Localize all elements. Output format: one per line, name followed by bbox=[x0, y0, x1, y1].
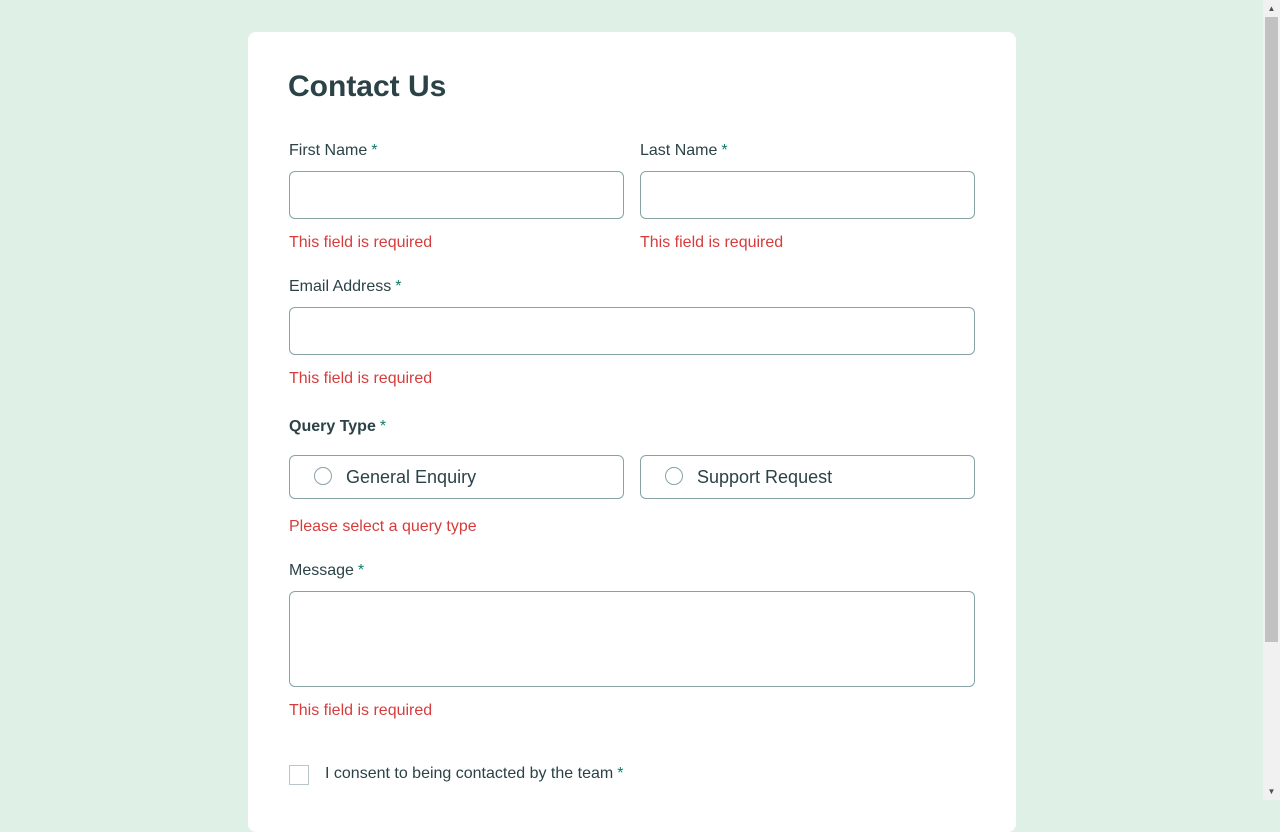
query-type-label: Query Type * bbox=[289, 418, 386, 436]
required-marker: * bbox=[379, 418, 387, 435]
radio-circle-icon[interactable] bbox=[314, 467, 332, 485]
first-name-label: First Name * bbox=[289, 142, 377, 160]
first-name-error: This field is required bbox=[289, 234, 433, 251]
message-error: This field is required bbox=[289, 702, 433, 719]
email-error: This field is required bbox=[289, 370, 433, 387]
radio-support-request-label: Support Request bbox=[697, 467, 833, 487]
required-marker: * bbox=[617, 765, 624, 782]
consent-label-text: I consent to being contacted by the team bbox=[325, 765, 614, 782]
message-label: Message * bbox=[289, 562, 364, 580]
consent-checkbox[interactable] bbox=[289, 765, 309, 785]
last-name-error: This field is required bbox=[640, 234, 784, 251]
required-marker: * bbox=[721, 142, 728, 159]
required-marker: * bbox=[371, 142, 378, 159]
radio-general-enquiry[interactable]: General Enquiry bbox=[289, 455, 624, 499]
required-marker: * bbox=[357, 562, 365, 579]
query-type-label-text: Query Type bbox=[289, 418, 376, 435]
last-name-label-text: Last Name bbox=[640, 142, 718, 159]
radio-general-enquiry-label: General Enquiry bbox=[346, 467, 477, 487]
message-label-text: Message bbox=[289, 562, 354, 579]
radio-support-request[interactable]: Support Request bbox=[640, 455, 975, 499]
page-title: Contact Us bbox=[288, 70, 447, 103]
email-label: Email Address * bbox=[289, 278, 402, 296]
last-name-label: Last Name * bbox=[640, 142, 728, 160]
query-type-error: Please select a query type bbox=[289, 518, 477, 535]
vertical-scrollbar[interactable]: ▲ ▼ bbox=[1263, 0, 1280, 800]
message-textarea[interactable] bbox=[289, 591, 975, 687]
email-label-text: Email Address bbox=[289, 278, 392, 295]
first-name-input[interactable] bbox=[289, 171, 624, 219]
consent-label[interactable]: I consent to being contacted by the team… bbox=[325, 765, 623, 783]
email-input[interactable] bbox=[289, 307, 975, 355]
scrollbar-thumb[interactable] bbox=[1265, 17, 1278, 642]
radio-circle-icon[interactable] bbox=[665, 467, 683, 485]
first-name-label-text: First Name bbox=[289, 142, 368, 159]
last-name-input[interactable] bbox=[640, 171, 975, 219]
scroll-down-arrow-icon[interactable]: ▼ bbox=[1263, 783, 1280, 800]
required-marker: * bbox=[395, 278, 402, 295]
contact-form-card: Contact Us First Name * This field is req… bbox=[248, 32, 1016, 832]
scroll-up-arrow-icon[interactable]: ▲ bbox=[1263, 0, 1280, 17]
